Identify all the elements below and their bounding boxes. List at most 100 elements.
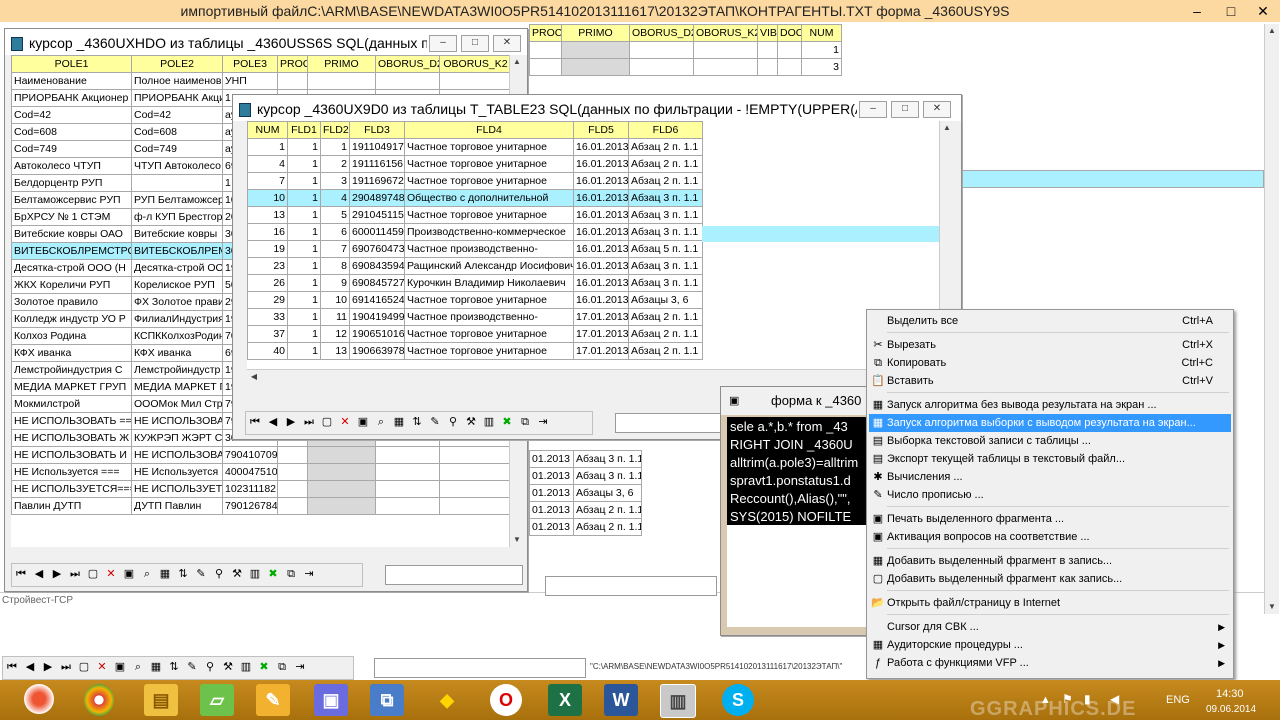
table-cell[interactable] xyxy=(307,72,376,90)
column-header[interactable]: POLE2 xyxy=(131,55,223,73)
table-cell[interactable]: Абзац 5 п. 1.1 xyxy=(628,240,703,258)
menu-item[interactable]: ▢ Добавить выделенный фрагмент как запись… xyxy=(869,570,1231,588)
table-cell[interactable]: Корелиское РУП xyxy=(131,276,223,294)
table-cell[interactable]: ФХ Золотое прави xyxy=(131,293,223,311)
table-cell[interactable]: Колледж индустр УО Р xyxy=(11,310,132,328)
bg-num-cell[interactable]: 1 xyxy=(801,41,842,59)
table-cell[interactable]: 16.01.2013 xyxy=(573,223,629,241)
table-cell[interactable]: Абзац 2 п. 1.1 xyxy=(628,172,703,190)
find-icon[interactable]: ⌕ xyxy=(139,566,155,582)
table-cell[interactable]: 16.01.2013 xyxy=(573,155,629,173)
table-cell[interactable]: 2 xyxy=(320,155,350,173)
table-cell[interactable]: МЕДИА МАРКЕТ Г xyxy=(131,378,223,396)
table-cell[interactable]: Частное торговое унитарное xyxy=(404,291,574,309)
form-title-bar[interactable]: ▣ форма к _4360 xyxy=(721,387,871,415)
column-header[interactable]: OBORUS_K2 xyxy=(439,55,511,73)
window1-close-button[interactable]: ✕ xyxy=(493,35,521,52)
menu-item[interactable]: ▦ Запуск алгоритма выборки с выводом резу… xyxy=(869,414,1231,432)
table-cell[interactable]: 790126784 xyxy=(222,497,278,515)
table-cell[interactable]: Cod=42 xyxy=(131,106,223,124)
sort-icon[interactable]: ⇅ xyxy=(175,566,191,582)
table-cell[interactable]: БрХРСУ № 1 СТЭМ xyxy=(11,208,132,226)
paint-icon[interactable]: ✎ xyxy=(256,684,290,716)
table-cell[interactable]: 1 xyxy=(287,325,321,343)
table-cell[interactable]: Золотое правило xyxy=(11,293,132,311)
table-cell[interactable] xyxy=(307,446,376,464)
table-cell[interactable]: Лемстройиндустрия С xyxy=(11,361,132,379)
table-cell[interactable]: Частное торговое унитарное xyxy=(404,206,574,224)
table-cell[interactable]: ДУТП Павлин xyxy=(131,497,223,515)
table-cell[interactable]: 191169672 xyxy=(349,172,405,190)
column-header[interactable]: FLD6 xyxy=(628,121,703,139)
column-header[interactable]: FLD4 xyxy=(404,121,574,139)
table-cell[interactable]: 11 xyxy=(320,308,350,326)
scroll-down-icon[interactable]: ▼ xyxy=(510,533,524,547)
scroll-up-icon[interactable]: ▲ xyxy=(1265,24,1279,38)
scroll-left-icon[interactable]: ◀ xyxy=(247,370,261,384)
table-row[interactable]: 4 1 2 191116156 Частное торговое унитарное 16… xyxy=(247,155,703,173)
save-icon[interactable]: ▣ xyxy=(355,414,371,430)
table-cell[interactable]: Абзац 3 п. 1.1 xyxy=(573,450,642,468)
table-cell[interactable]: 01.2013 xyxy=(529,518,574,536)
table-cell[interactable]: Павлин ДУТП xyxy=(11,497,132,515)
table-cell[interactable]: 01.2013 xyxy=(529,467,574,485)
table-cell[interactable]: Абзац 3 п. 1.1 xyxy=(628,274,703,292)
table-cell[interactable]: Абзац 3 п. 1.1 xyxy=(573,467,642,485)
table-cell[interactable]: 16 xyxy=(247,223,288,241)
table-cell[interactable]: Автоколесо ЧТУП xyxy=(11,157,132,175)
chrome-icon[interactable] xyxy=(84,684,114,716)
tools-icon[interactable]: ⚒ xyxy=(463,414,479,430)
prev-record-icon[interactable]: ◀ xyxy=(31,566,47,582)
table-cell[interactable]: 1 xyxy=(287,274,321,292)
column-header[interactable]: PRIMO xyxy=(561,24,630,42)
table-cell[interactable]: НЕ Используется === xyxy=(11,463,132,481)
scroll-up-icon[interactable]: ▲ xyxy=(510,55,524,69)
table-cell[interactable]: КФХ иванка xyxy=(131,344,223,362)
window2-title-bar[interactable]: курсор _4360UX9D0 из таблицы T_TABLE23 S… xyxy=(233,95,961,121)
table-cell[interactable] xyxy=(375,463,440,481)
table-cell[interactable]: Частное торговое унитарное xyxy=(404,138,574,156)
table-cell[interactable]: ПРИОРБАНК Акционер xyxy=(11,89,132,107)
menu-item[interactable]: ▦ Запуск алгоритма без вывода результата … xyxy=(869,396,1231,414)
menu-item[interactable]: ▦ Добавить выделенный фрагмент в запись..… xyxy=(869,552,1231,570)
table-cell[interactable]: 191104917 xyxy=(349,138,405,156)
menu-item[interactable]: ▣ Печать выделенного фрагмента ... xyxy=(869,510,1231,528)
table-cell[interactable] xyxy=(439,463,511,481)
menu-item[interactable]: ▤ Выборка текстовой записи с таблицы ... xyxy=(869,432,1231,450)
window2-maximize-button[interactable]: □ xyxy=(891,101,919,118)
menu-item[interactable]: Выделить все Ctrl+A xyxy=(869,312,1231,330)
last-record-icon[interactable]: ⏭ xyxy=(301,414,317,430)
save-icon[interactable]: ▣ xyxy=(112,659,128,675)
table-cell[interactable]: Абзац 2 п. 1.1 xyxy=(628,342,703,360)
foxpro-icon[interactable]: ▥ xyxy=(660,684,696,718)
table-row[interactable]: 16 1 6 600011459 Производственно-коммерческо… xyxy=(247,223,703,241)
sort-icon[interactable]: ⇅ xyxy=(409,414,425,430)
table-cell[interactable]: Cod=749 xyxy=(131,140,223,158)
table-cell[interactable]: НЕ ИСПОЛЬЗОВАТЬ Ж xyxy=(11,429,132,447)
table-cell[interactable] xyxy=(439,446,511,464)
scroll-down-icon[interactable]: ▼ xyxy=(1265,600,1279,614)
table-row[interactable]: 01.2013 Абзац 3 п. 1.1 xyxy=(529,467,642,485)
table-cell[interactable]: 102311182 xyxy=(222,480,278,498)
table-cell[interactable]: НЕ ИСПОЛЬЗУЕТС xyxy=(131,480,223,498)
table-cell[interactable]: 13 xyxy=(247,206,288,224)
table-cell[interactable]: ЖКХ Кореличи РУП xyxy=(11,276,132,294)
table-cell[interactable]: Абзац 2 п. 1.1 xyxy=(573,501,642,519)
table-cell[interactable]: Абзац 3 п. 1.1 xyxy=(628,189,703,207)
table-cell[interactable]: 400047510 xyxy=(222,463,278,481)
table-cell[interactable]: 1 xyxy=(287,172,321,190)
table-cell[interactable]: 190663978 xyxy=(349,342,405,360)
table-cell[interactable]: НЕ ИСПОЛЬЗУЕТСЯ=== xyxy=(11,480,132,498)
table-row[interactable]: 23 1 8 690843594 Ращинский Александр Иосифов… xyxy=(247,257,703,275)
table-row[interactable]: 7 1 3 191169672 Частное торговое унитарное 16… xyxy=(247,172,703,190)
new-record-icon[interactable]: ▢ xyxy=(85,566,101,582)
table-cell[interactable]: 291045115 xyxy=(349,206,405,224)
table-cell[interactable]: 17.01.2013 xyxy=(573,342,629,360)
clock-date[interactable]: 09.06.2014 xyxy=(1206,704,1256,715)
close-button[interactable]: ✕ xyxy=(1246,0,1280,22)
table-cell[interactable]: Частное торговое унитарное xyxy=(404,155,574,173)
table-cell[interactable]: Полное наименов xyxy=(131,72,223,90)
table-cell[interactable] xyxy=(307,463,376,481)
menu-item[interactable]: ✱ Вычисления ... xyxy=(869,468,1231,486)
table-cell[interactable]: Абзацы 3, 6 xyxy=(573,484,642,502)
